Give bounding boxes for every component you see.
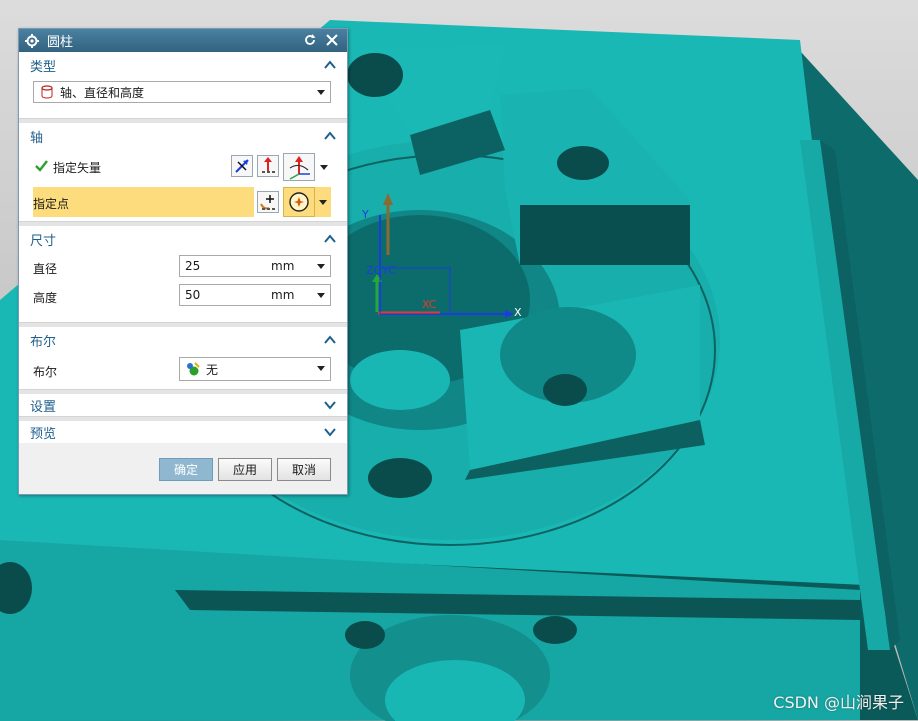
- close-icon: [326, 34, 338, 46]
- dialog-titlebar[interactable]: 圆柱: [19, 29, 347, 52]
- type-select-value: 轴、直径和高度: [60, 85, 145, 100]
- section-axis-header[interactable]: 轴: [19, 123, 347, 149]
- section-dimensions-header[interactable]: 尺寸: [19, 226, 347, 252]
- section-type-label: 类型: [30, 59, 57, 75]
- height-label: 高度: [33, 291, 58, 305]
- ok-button[interactable]: 确定: [159, 458, 213, 481]
- vector-dialog-icon: [262, 157, 275, 173]
- cylinder-type-icon: [41, 85, 53, 99]
- axis-label-x: X: [514, 306, 522, 319]
- chevron-down-icon[interactable]: [323, 425, 337, 439]
- chevron-up-icon[interactable]: [323, 129, 337, 143]
- axis-label-xc: XC: [422, 298, 437, 311]
- point-dialog-icon: [260, 195, 275, 210]
- boolean-select-value: 无: [206, 362, 219, 377]
- section-preview-label: 预览: [30, 426, 57, 442]
- reverse-direction-icon: [235, 159, 249, 173]
- inferred-vector-icon: [289, 156, 310, 180]
- chevron-up-icon[interactable]: [323, 333, 337, 347]
- height-value: 50: [185, 288, 201, 302]
- diameter-unit: mm: [271, 259, 295, 273]
- specify-point-label: 指定点: [33, 197, 70, 211]
- section-boolean-header[interactable]: 布尔: [19, 327, 347, 353]
- section-preview-header[interactable]: 预览: [19, 421, 347, 443]
- point-dialog-button[interactable]: [257, 191, 279, 213]
- apply-button[interactable]: 应用: [218, 458, 272, 481]
- specify-point-row[interactable]: 指定点: [33, 187, 254, 217]
- chevron-down-icon[interactable]: [320, 165, 328, 170]
- chevron-down-icon[interactable]: [315, 187, 331, 217]
- axis-label-yc: YC: [382, 264, 396, 277]
- cylinder-dialog: 圆柱 类型 轴、直径和高度 轴 指定矢量 指定点 尺寸 直径 25 mm 高度 …: [18, 28, 348, 495]
- vector-dialog-button[interactable]: [257, 155, 279, 177]
- type-select[interactable]: 轴、直径和高度: [33, 81, 331, 103]
- dialog-title: 圆柱: [47, 35, 74, 50]
- inferred-vector-button[interactable]: [283, 153, 315, 181]
- gear-icon: [25, 33, 39, 48]
- watermark: CSDN @山涧果子: [773, 693, 904, 712]
- diameter-label: 直径: [33, 262, 58, 276]
- axis-label-y: Y: [362, 208, 369, 221]
- section-axis-label: 轴: [30, 130, 44, 146]
- chevron-down-icon[interactable]: [317, 293, 325, 298]
- cancel-button[interactable]: 取消: [277, 458, 331, 481]
- chevron-down-icon: [317, 366, 325, 371]
- reset-button[interactable]: [301, 31, 319, 49]
- chevron-down-icon[interactable]: [323, 398, 337, 412]
- height-unit: mm: [271, 288, 295, 302]
- diameter-field[interactable]: 25 mm: [179, 255, 331, 277]
- boolean-row-label: 布尔: [33, 365, 58, 379]
- reverse-direction-button[interactable]: [231, 155, 253, 177]
- section-settings-header[interactable]: 设置: [19, 394, 347, 416]
- height-field[interactable]: 50 mm: [179, 284, 331, 306]
- boolean-none-icon: [187, 362, 200, 376]
- specify-vector-label: 指定矢量: [53, 161, 102, 175]
- section-type-header[interactable]: 类型: [19, 52, 347, 78]
- diameter-value: 25: [185, 259, 201, 273]
- section-settings-label: 设置: [30, 399, 57, 415]
- chevron-down-icon[interactable]: [317, 264, 325, 269]
- chevron-down-icon: [317, 90, 325, 95]
- axis-label-zc: ZC: [366, 264, 382, 277]
- inferred-point-button[interactable]: [283, 187, 315, 217]
- chevron-up-icon[interactable]: [323, 58, 337, 72]
- section-boolean-label: 布尔: [30, 334, 57, 350]
- check-icon: [35, 160, 48, 172]
- inferred-point-icon: [289, 192, 309, 212]
- close-button[interactable]: [323, 31, 341, 49]
- section-dimensions-label: 尺寸: [30, 233, 57, 249]
- boolean-select[interactable]: 无: [179, 357, 331, 381]
- chevron-up-icon[interactable]: [323, 232, 337, 246]
- reset-icon: [305, 34, 316, 45]
